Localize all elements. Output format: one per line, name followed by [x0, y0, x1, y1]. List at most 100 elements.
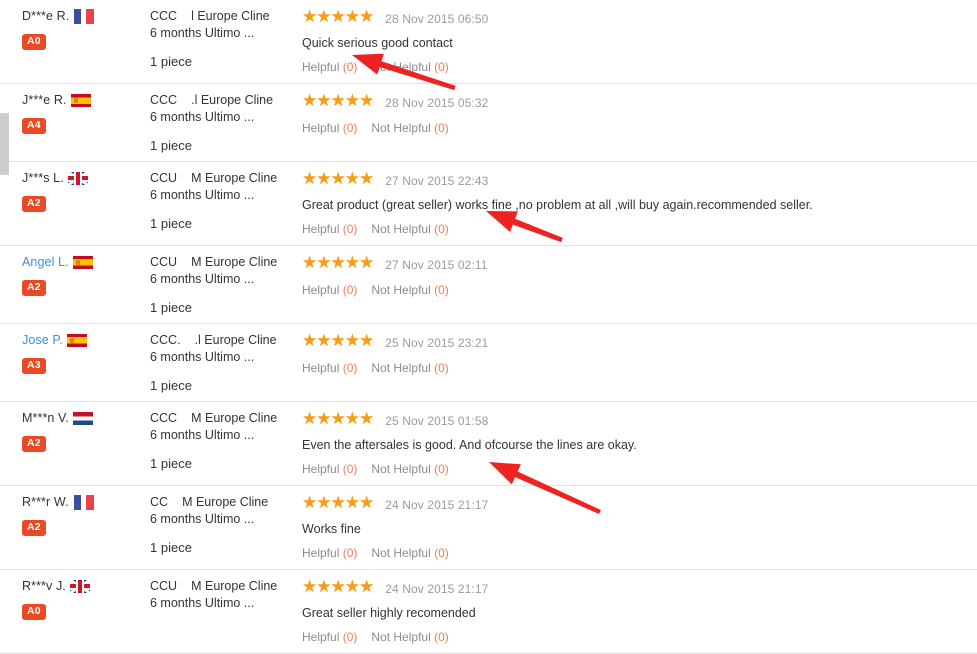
rating-line: ★★★★★ 25 Nov 2015 23:21: [302, 332, 965, 354]
helpful-count: (0): [342, 361, 358, 375]
product-cell: CC M Europe Cline 6 months Ultimo ... 1 pie…: [150, 486, 290, 563]
helpful-button[interactable]: Helpful (0): [302, 629, 357, 645]
not-helpful-count: (0): [434, 283, 449, 297]
helpful-count: (0): [342, 60, 358, 74]
product-title-link[interactable]: CCU M Europe Cline 6 months Ultimo ...: [150, 170, 286, 204]
scrollbar-fragment[interactable]: [0, 113, 9, 175]
table-row: R***v J. A0 CCU M Europe Cline 6 months Ulti…: [0, 570, 977, 654]
buyer-level-badge: A4: [22, 118, 46, 134]
helpful-button[interactable]: Helpful (0): [302, 120, 357, 136]
star-icon: ★: [302, 91, 318, 110]
star-icon: ★: [302, 331, 318, 350]
rating-line: ★★★★★ 27 Nov 2015 22:43: [302, 170, 965, 192]
product-title-link[interactable]: CCU M Europe Cline 6 months Ultimo ...: [150, 578, 286, 612]
not-helpful-label: Not Helpful: [371, 222, 431, 236]
vote-line: Helpful (0) Not Helpful (0): [302, 59, 965, 75]
product-title-line2: 6 months Ultimo ...: [150, 26, 255, 40]
helpful-button[interactable]: Helpful (0): [302, 59, 357, 75]
helpful-button[interactable]: Helpful (0): [302, 461, 357, 477]
star-icon: ★: [330, 91, 346, 110]
star-icon: ★: [330, 409, 346, 428]
star-icon: ★: [302, 577, 318, 596]
product-title-link[interactable]: CCC l Europe Cline 6 months Ultimo ...: [150, 8, 286, 42]
star-icon: ★: [344, 253, 360, 272]
star-icon: ★: [302, 253, 318, 272]
not-helpful-label: Not Helpful: [371, 283, 431, 297]
product-title-link[interactable]: CCC. .l Europe Cline 6 months Ultimo ...: [150, 332, 286, 366]
product-title-link[interactable]: CCU M Europe Cline 6 months Ultimo ...: [150, 254, 286, 288]
vote-line: Helpful (0) Not Helpful (0): [302, 461, 965, 477]
product-title-prefix: CCC: [150, 411, 178, 425]
rating-line: ★★★★★ 28 Nov 2015 06:50: [302, 8, 965, 30]
star-icon: ★: [344, 409, 360, 428]
product-title-line2: 6 months Ultimo ...: [150, 110, 255, 124]
helpful-label: Helpful: [302, 121, 340, 135]
product-quantity: 1 piece: [150, 138, 192, 153]
star-icon: ★: [316, 91, 332, 110]
star-icon: ★: [316, 253, 332, 272]
table-row: J***s L. A2 CCU M Europe Cline 6 months Ulti…: [0, 162, 977, 246]
helpful-button[interactable]: Helpful (0): [302, 282, 357, 298]
not-helpful-button[interactable]: Not Helpful (0): [371, 282, 448, 298]
review-text: Great product (great seller) works fine …: [302, 198, 813, 212]
product-cell: CCC M Europe Cline 6 months Ultimo ... 1 pi…: [150, 402, 290, 479]
product-title-suffix: M Europe Cline: [191, 171, 278, 185]
product-title-suffix: M Europe Cline: [191, 411, 278, 425]
product-title-link[interactable]: CCC M Europe Cline 6 months Ultimo ...: [150, 410, 286, 444]
helpful-button[interactable]: Helpful (0): [302, 221, 357, 237]
review-date: 28 Nov 2015 05:32: [385, 96, 489, 110]
product-cell: CCU M Europe Cline 6 months Ultimo ... 1 pi…: [150, 246, 290, 323]
product-title-suffix: .l Europe Cline: [194, 333, 277, 347]
product-quantity: 1 piece: [150, 216, 192, 231]
buyer-cell: Angel L. A2: [0, 246, 150, 304]
not-helpful-button[interactable]: Not Helpful (0): [371, 545, 448, 561]
not-helpful-count: (0): [434, 121, 449, 135]
star-rating: ★★★★★: [302, 169, 374, 192]
product-quantity: 1 piece: [150, 540, 192, 555]
star-icon: ★: [330, 577, 346, 596]
buyer-name[interactable]: Angel L.: [22, 254, 69, 270]
product-title-link[interactable]: CC M Europe Cline 6 months Ultimo ...: [150, 494, 286, 528]
product-cell: CCU M Europe Cline 6 months Ultimo ...: [150, 570, 290, 620]
vote-line: Helpful (0) Not Helpful (0): [302, 360, 965, 376]
buyer-line: Jose P.: [22, 332, 150, 348]
helpful-label: Helpful: [302, 546, 340, 560]
not-helpful-button[interactable]: Not Helpful (0): [371, 221, 448, 237]
product-title-prefix: CCC.: [150, 333, 181, 347]
helpful-button[interactable]: Helpful (0): [302, 360, 357, 376]
buyer-cell: Jose P. A3: [0, 324, 150, 382]
product-cell: CCC. .l Europe Cline 6 months Ultimo ... 1 …: [150, 324, 290, 401]
product-quantity: 1 piece: [150, 378, 192, 393]
star-icon: ★: [330, 253, 346, 272]
review-text: Great seller highly recomended: [302, 606, 476, 620]
feedback-table: D***e R. A0 CCC l Europe Cline 6 months Ulti…: [0, 0, 977, 654]
rating-line: ★★★★★ 25 Nov 2015 01:58: [302, 410, 965, 432]
not-helpful-count: (0): [434, 462, 449, 476]
vote-line: Helpful (0) Not Helpful (0): [302, 629, 965, 645]
not-helpful-button[interactable]: Not Helpful (0): [371, 461, 448, 477]
product-title-line2: 6 months Ultimo ...: [150, 596, 255, 610]
star-icon: ★: [316, 409, 332, 428]
product-title-link[interactable]: CCC .l Europe Cline 6 months Ultimo ...: [150, 92, 286, 126]
helpful-button[interactable]: Helpful (0): [302, 545, 357, 561]
product-title-suffix: M Europe Cline: [191, 255, 278, 269]
not-helpful-button[interactable]: Not Helpful (0): [371, 59, 448, 75]
buyer-name[interactable]: Jose P.: [22, 332, 63, 348]
vote-line: Helpful (0) Not Helpful (0): [302, 221, 965, 237]
product-title-prefix: CCU: [150, 255, 178, 269]
star-icon: ★: [344, 169, 360, 188]
product-cell: CCC l Europe Cline 6 months Ultimo ... 1 pi…: [150, 0, 290, 77]
not-helpful-button[interactable]: Not Helpful (0): [371, 629, 448, 645]
not-helpful-button[interactable]: Not Helpful (0): [371, 360, 448, 376]
star-icon: ★: [344, 577, 360, 596]
vote-line: Helpful (0) Not Helpful (0): [302, 545, 965, 561]
not-helpful-button[interactable]: Not Helpful (0): [371, 120, 448, 136]
buyer-level-badge: A0: [22, 604, 46, 620]
buyer-level-badge: A2: [22, 196, 46, 212]
product-title-prefix: CCU: [150, 171, 178, 185]
buyer-line: J***s L.: [22, 170, 150, 186]
star-icon: ★: [302, 493, 318, 512]
buyer-line: R***r W.: [22, 494, 150, 510]
review-cell: ★★★★★ 24 Nov 2015 21:17 Works fine Helpful …: [290, 486, 977, 569]
buyer-line: J***e R.: [22, 92, 150, 108]
